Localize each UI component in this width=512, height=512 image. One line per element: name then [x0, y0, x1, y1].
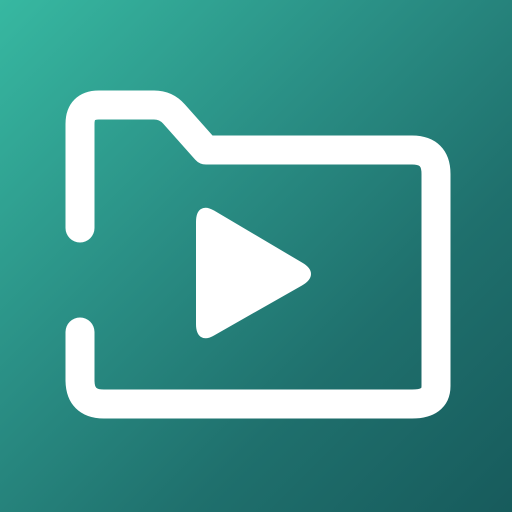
video-folder-icon — [65, 90, 451, 419]
play-icon — [196, 207, 311, 339]
app-icon — [0, 0, 512, 512]
